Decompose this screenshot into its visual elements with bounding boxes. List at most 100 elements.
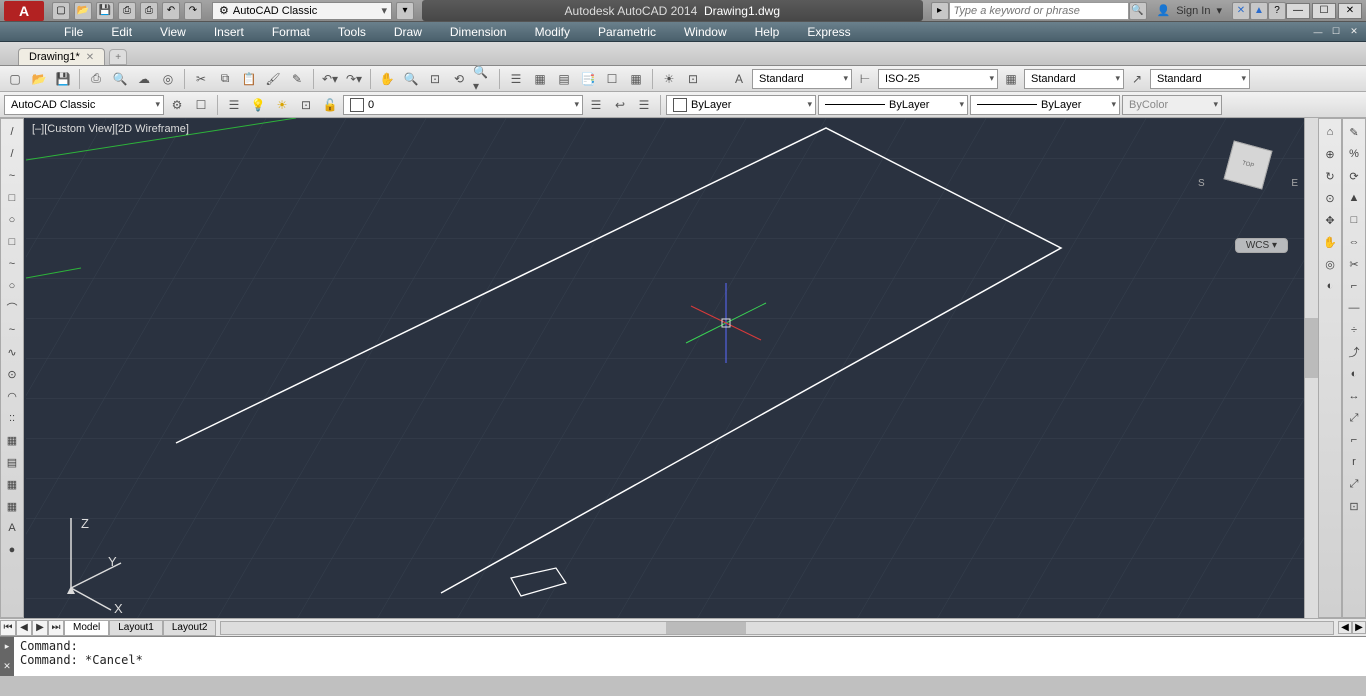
help-button-icon[interactable]: ⊡ xyxy=(682,68,704,90)
layout-first-icon[interactable]: ⏮ xyxy=(0,620,16,636)
modify-tool-9[interactable]: ÷ xyxy=(1344,320,1364,340)
dimstyle-icon[interactable]: ⊢ xyxy=(854,68,876,90)
menu-tools[interactable]: Tools xyxy=(324,25,380,39)
draw-tool-4[interactable]: ○ xyxy=(2,210,22,230)
plot-icon[interactable]: ⎙ xyxy=(140,2,158,20)
modify-tool-16[interactable]: ⤢ xyxy=(1344,474,1364,494)
zoom-previous-icon[interactable]: ⟲ xyxy=(448,68,470,90)
draw-tool-17[interactable]: ▦ xyxy=(2,496,22,516)
nav-tool-0[interactable]: ⌂ xyxy=(1320,122,1340,142)
draw-tool-1[interactable]: / xyxy=(2,144,22,164)
save-icon[interactable]: 💾 xyxy=(96,2,114,20)
draw-tool-2[interactable]: ~ xyxy=(2,166,22,186)
open-icon[interactable]: 📂 xyxy=(74,2,92,20)
horizontal-scrollbar[interactable] xyxy=(220,621,1334,635)
menu-file[interactable]: File xyxy=(50,25,97,39)
scroll-right-icon[interactable]: ▶ xyxy=(1352,621,1366,634)
draw-tool-14[interactable]: ▦ xyxy=(2,430,22,450)
nav-tool-7[interactable]: ◐ xyxy=(1320,276,1340,296)
menu-draw[interactable]: Draw xyxy=(380,25,436,39)
draw-tool-19[interactable]: ● xyxy=(2,540,22,560)
draw-tool-13[interactable]: :: xyxy=(2,408,22,428)
copy-icon[interactable]: ⧉ xyxy=(214,68,236,90)
textstyle-icon[interactable]: A xyxy=(728,68,750,90)
modify-tool-14[interactable]: ⌐ xyxy=(1344,430,1364,450)
modify-tool-11[interactable]: ◐ xyxy=(1344,364,1364,384)
modify-tool-5[interactable]: ⇔ xyxy=(1344,232,1364,252)
table-style-dropdown[interactable]: Standard xyxy=(1024,69,1124,89)
render-icon[interactable]: ☀ xyxy=(658,68,680,90)
layer-lock-icon[interactable]: 🔓 xyxy=(319,94,341,116)
save-file-icon[interactable]: 💾 xyxy=(52,68,74,90)
nav-tool-3[interactable]: ⊙ xyxy=(1320,188,1340,208)
blockeditor-icon[interactable]: ✎ xyxy=(286,68,308,90)
redo-icon[interactable]: ↷ xyxy=(184,2,202,20)
draw-tool-15[interactable]: ▤ xyxy=(2,452,22,472)
nav-tool-6[interactable]: ◎ xyxy=(1320,254,1340,274)
plot-icon[interactable]: ⎙ xyxy=(85,68,107,90)
a360-icon[interactable]: ▲ xyxy=(1250,2,1268,20)
layer-freeze-icon[interactable]: ☀ xyxy=(271,94,293,116)
linetype-dropdown[interactable]: ByLayer xyxy=(818,95,968,115)
draw-tool-7[interactable]: ○ xyxy=(2,276,22,296)
menu-format[interactable]: Format xyxy=(258,25,324,39)
designcenter-icon[interactable]: ▦ xyxy=(529,68,551,90)
save-ws-icon[interactable]: ☐ xyxy=(190,94,212,116)
paste-icon[interactable]: 📋 xyxy=(238,68,260,90)
properties-icon[interactable]: ☰ xyxy=(505,68,527,90)
vertical-scrollbar[interactable] xyxy=(1304,118,1318,618)
layer-prev-icon[interactable]: ↩ xyxy=(609,94,631,116)
layer-iso-icon[interactable]: ☰ xyxy=(585,94,607,116)
publish-icon[interactable]: ☁ xyxy=(133,68,155,90)
tab-layout1[interactable]: Layout1 xyxy=(109,620,163,636)
draw-tool-18[interactable]: A xyxy=(2,518,22,538)
command-text[interactable]: Command: Command: *Cancel* xyxy=(14,637,1366,676)
gear-icon[interactable]: ⚙ xyxy=(166,94,188,116)
matchprop-icon[interactable]: 🖌 xyxy=(262,68,284,90)
search-input[interactable] xyxy=(949,2,1129,20)
draw-tool-0[interactable]: / xyxy=(2,122,22,142)
quickcalc-icon[interactable]: ▦ xyxy=(625,68,647,90)
layer-prop-icon[interactable]: ☰ xyxy=(223,94,245,116)
modify-tool-17[interactable]: ⊡ xyxy=(1344,496,1364,516)
modify-tool-3[interactable]: ▲ xyxy=(1344,188,1364,208)
draw-tool-9[interactable]: ~ xyxy=(2,320,22,340)
drawing-canvas[interactable]: [–][Custom View][2D Wireframe] Z xyxy=(24,118,1318,618)
modify-tool-1[interactable]: % xyxy=(1344,144,1364,164)
exchange-icon[interactable]: ✕ xyxy=(1232,2,1250,20)
doc-minimize[interactable]: — xyxy=(1310,25,1326,39)
toolpalettes-icon[interactable]: ▤ xyxy=(553,68,575,90)
doc-close[interactable]: ✕ xyxy=(1346,25,1362,39)
menu-dimension[interactable]: Dimension xyxy=(436,25,521,39)
modify-tool-13[interactable]: ⤢ xyxy=(1344,408,1364,428)
undo-icon[interactable]: ↶ xyxy=(162,2,180,20)
layout-next-icon[interactable]: ▶ xyxy=(32,620,48,636)
modify-tool-6[interactable]: ✂ xyxy=(1344,254,1364,274)
doc-restore[interactable]: ☐ xyxy=(1328,25,1344,39)
open-file-icon[interactable]: 📂 xyxy=(28,68,50,90)
lineweight-dropdown[interactable]: ByLayer xyxy=(970,95,1120,115)
tablestyle-icon[interactable]: ▦ xyxy=(1000,68,1022,90)
menu-insert[interactable]: Insert xyxy=(200,25,258,39)
menu-edit[interactable]: Edit xyxy=(97,25,146,39)
minimize-button[interactable]: — xyxy=(1286,3,1310,19)
tab-close-icon[interactable]: ✕ xyxy=(86,52,94,63)
app-logo[interactable]: A xyxy=(4,1,44,21)
tab-drawing1[interactable]: Drawing1* ✕ xyxy=(18,48,105,65)
modify-tool-15[interactable]: r xyxy=(1344,452,1364,472)
modify-tool-7[interactable]: ⌐ xyxy=(1344,276,1364,296)
signin-area[interactable]: 👤 Sign In ▾ xyxy=(1157,4,1222,17)
workspace2-dropdown[interactable]: AutoCAD Classic xyxy=(4,95,164,115)
wcs-badge[interactable]: WCS ▾ xyxy=(1235,238,1288,253)
menu-parametric[interactable]: Parametric xyxy=(584,25,670,39)
modify-tool-12[interactable]: ↔ xyxy=(1344,386,1364,406)
cut-icon[interactable]: ✂ xyxy=(190,68,212,90)
nav-tool-4[interactable]: ✥ xyxy=(1320,210,1340,230)
layout-last-icon[interactable]: ⏭ xyxy=(48,620,64,636)
text-style-dropdown[interactable]: Standard xyxy=(752,69,852,89)
layout-prev-icon[interactable]: ◀ xyxy=(16,620,32,636)
modify-tool-10[interactable]: ⤴ xyxy=(1344,342,1364,362)
draw-tool-8[interactable]: ⌒ xyxy=(2,298,22,318)
redo-icon[interactable]: ↷▾ xyxy=(343,68,365,90)
new-icon[interactable]: ▢ xyxy=(52,2,70,20)
